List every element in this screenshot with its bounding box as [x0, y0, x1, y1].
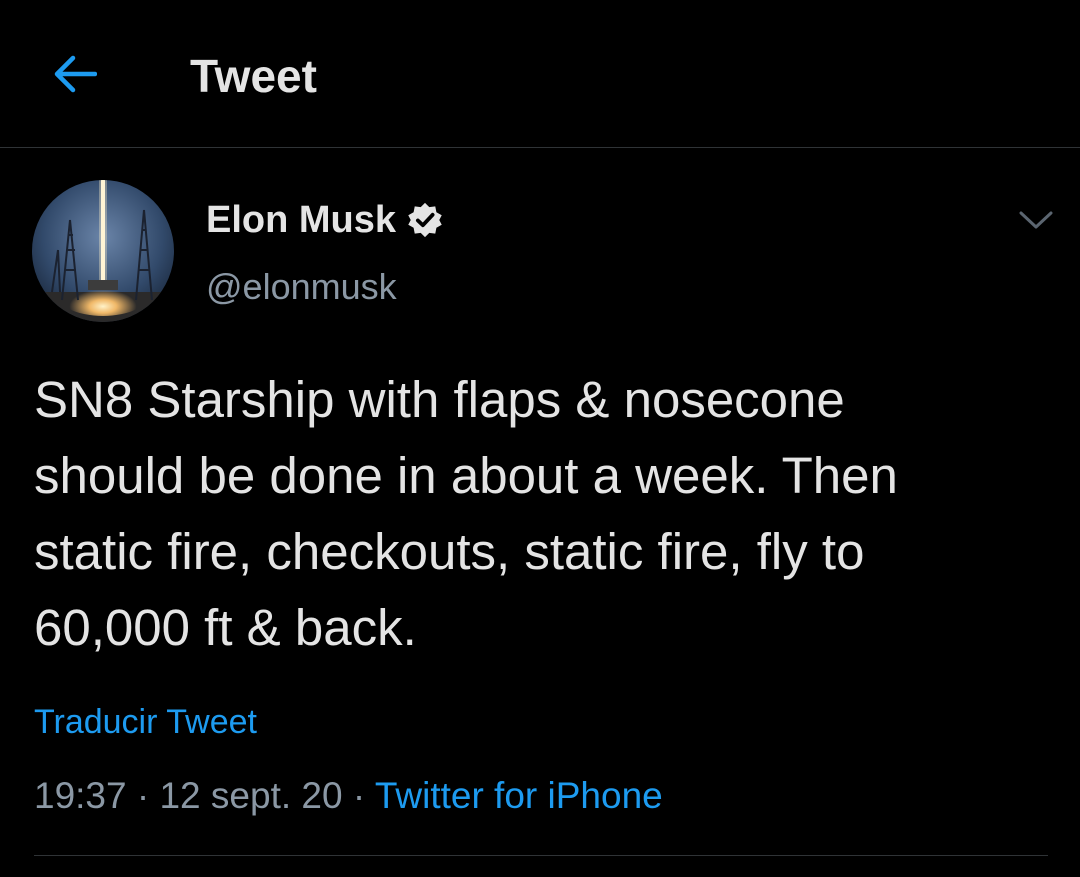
- rocket-launch-avatar: [32, 180, 174, 322]
- tweet-date: 12 sept. 20: [159, 775, 343, 816]
- author-handle[interactable]: @elonmusk: [206, 264, 397, 310]
- verified-badge-icon: [408, 202, 442, 238]
- avatar[interactable]: [32, 180, 174, 322]
- tweet-time: 19:37: [34, 775, 127, 816]
- tweet-source-link[interactable]: Twitter for iPhone: [375, 775, 663, 816]
- tweet-text: SN8 Starship with flaps & nosecone shoul…: [34, 371, 898, 656]
- top-app-bar: Tweet: [0, 0, 1080, 148]
- back-button[interactable]: [44, 44, 104, 104]
- author-name[interactable]: Elon Musk: [206, 196, 444, 244]
- meta-separator: ·: [352, 775, 366, 816]
- divider: [34, 855, 1048, 856]
- page-title: Tweet: [190, 50, 317, 102]
- arrow-left-icon: [54, 55, 97, 93]
- meta-separator: ·: [136, 775, 150, 816]
- translate-tweet-link[interactable]: Traducir Tweet: [34, 700, 257, 744]
- chevron-down-icon: [1019, 211, 1053, 229]
- tweet-metadata: 19:37 · 12 sept. 20 · Twitter for iPhone: [34, 772, 663, 820]
- display-name-text: Elon Musk: [206, 199, 397, 241]
- more-options-button[interactable]: [1014, 200, 1058, 240]
